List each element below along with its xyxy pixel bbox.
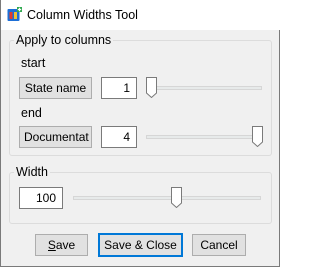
window-title: Column Widths Tool xyxy=(27,8,138,22)
end-column-button[interactable]: Documentat xyxy=(19,126,92,148)
end-label: end xyxy=(21,106,42,120)
start-slider-thumb[interactable] xyxy=(146,77,157,98)
title-bar: Column Widths Tool xyxy=(1,0,281,30)
end-column-number-input[interactable] xyxy=(101,126,137,148)
start-slider-track xyxy=(146,86,262,90)
width-slider-track xyxy=(73,196,261,200)
column-widths-dialog: Column Widths Tool Apply to columns star… xyxy=(0,0,281,267)
start-column-number-input[interactable] xyxy=(101,77,137,99)
start-label: start xyxy=(21,56,46,70)
width-label: Width xyxy=(14,165,50,179)
end-slider-thumb[interactable] xyxy=(252,126,263,147)
cancel-button[interactable]: Cancel xyxy=(192,234,246,256)
width-number-input[interactable] xyxy=(19,187,63,209)
end-slider-track xyxy=(146,135,262,139)
app-icon xyxy=(7,7,22,21)
start-column-button[interactable]: State name xyxy=(19,77,92,99)
width-slider-thumb[interactable] xyxy=(171,187,182,208)
apply-to-columns-label: Apply to columns xyxy=(14,33,114,47)
save-button[interactable]: Save xyxy=(35,234,88,256)
save-and-close-button[interactable]: Save & Close xyxy=(98,233,183,257)
